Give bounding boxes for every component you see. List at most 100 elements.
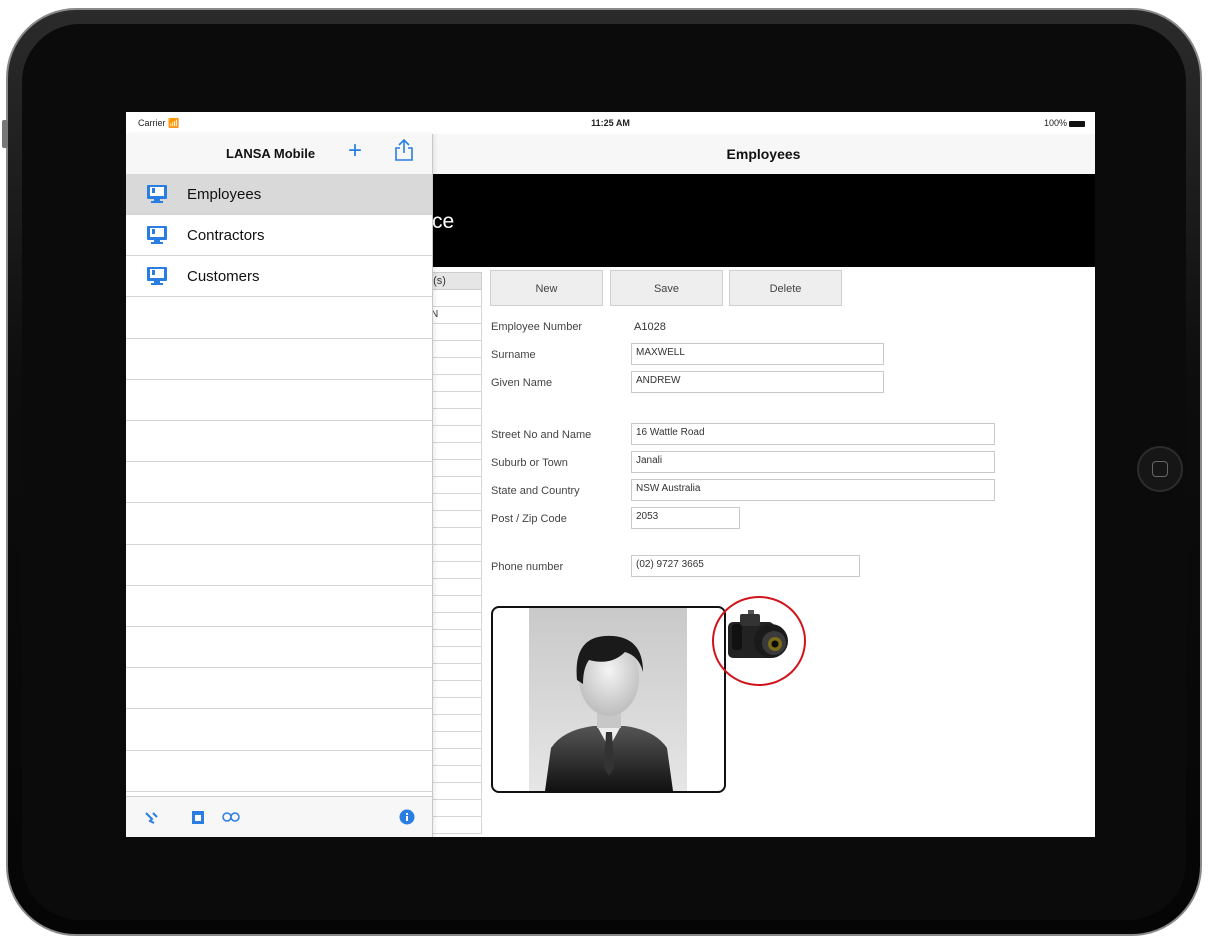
- list-item[interactable]: [126, 462, 432, 504]
- postcode-field[interactable]: 2053: [631, 507, 740, 529]
- grid-cell[interactable]: [432, 324, 482, 341]
- grid-cell[interactable]: [432, 460, 482, 477]
- grid-cell[interactable]: [432, 341, 482, 358]
- sidebar-item-label: Contractors: [187, 227, 265, 245]
- list-item[interactable]: [126, 710, 432, 751]
- grid-cell[interactable]: [432, 630, 482, 647]
- grid-cell[interactable]: [432, 613, 482, 630]
- suburb-label: Suburb or Town: [491, 457, 568, 469]
- new-button[interactable]: New: [490, 270, 603, 306]
- list-item[interactable]: [126, 627, 432, 669]
- suburb-field[interactable]: Janali: [631, 451, 995, 473]
- calendar-icon[interactable]: [191, 809, 205, 830]
- save-button[interactable]: Save: [610, 270, 723, 306]
- grid-cell[interactable]: [432, 732, 482, 749]
- list-item[interactable]: [126, 339, 432, 380]
- grid-cell[interactable]: [432, 494, 482, 511]
- info-icon[interactable]: [399, 809, 415, 830]
- desktop-icon: [146, 184, 168, 209]
- grid-cell[interactable]: [432, 749, 482, 766]
- master-title: LANSA Mobile: [226, 146, 316, 161]
- list-item[interactable]: [126, 380, 432, 421]
- detail-title: Employees: [726, 146, 801, 162]
- grid-cell[interactable]: [432, 477, 482, 494]
- grid-cell[interactable]: [432, 545, 482, 562]
- grid-cell[interactable]: [432, 511, 482, 528]
- street-field[interactable]: 16 Wattle Road: [631, 423, 995, 445]
- home-square-icon: [1152, 461, 1168, 477]
- grid-cell[interactable]: [432, 358, 482, 375]
- share-icon[interactable]: [394, 138, 414, 167]
- grid-cell[interactable]: [432, 715, 482, 732]
- master-toolbar: [126, 796, 432, 837]
- list-item[interactable]: [126, 586, 432, 627]
- grid-cell[interactable]: [432, 562, 482, 579]
- grid-cell[interactable]: [432, 800, 482, 817]
- volume-button: [2, 120, 8, 148]
- state-field[interactable]: NSW Australia: [631, 479, 995, 501]
- given-name-label: Given Name: [491, 377, 553, 389]
- list-item[interactable]: [126, 668, 432, 710]
- delete-button[interactable]: Delete: [729, 270, 842, 306]
- grid-cell[interactable]: [432, 426, 482, 443]
- grid-cell[interactable]: [432, 409, 482, 426]
- person-avatar-icon: [529, 608, 687, 791]
- wrench-icon[interactable]: [144, 809, 160, 830]
- status-bar: Carrier 📶 11:25 AM 100%: [126, 112, 1095, 134]
- given-name-field[interactable]: ANDREW: [631, 371, 884, 393]
- status-time: 11:25 AM: [591, 118, 630, 128]
- grid-cell[interactable]: [432, 698, 482, 715]
- postcode-label: Post / Zip Code: [491, 513, 567, 525]
- grid-cell[interactable]: [432, 817, 482, 834]
- street-label: Street No and Name: [491, 429, 592, 441]
- camera-button[interactable]: [726, 608, 792, 671]
- sidebar-item-label: Employees: [187, 186, 262, 203]
- employee-number-value: A1028: [634, 321, 666, 333]
- list-item[interactable]: [126, 298, 432, 339]
- phone-field[interactable]: (02) 9727 3665: [631, 555, 860, 577]
- battery-icon: [1069, 120, 1085, 127]
- desktop-icon: [146, 225, 168, 250]
- sidebar-item-customers[interactable]: Customers: [126, 256, 432, 298]
- grid-cell[interactable]: [432, 528, 482, 545]
- sidebar-item-contractors[interactable]: Contractors: [126, 215, 432, 257]
- grid-cell[interactable]: [432, 443, 482, 460]
- grid-cell[interactable]: [432, 375, 482, 392]
- ipad-screen: Carrier 📶 11:25 AM 100% Employees ce n(s…: [126, 112, 1095, 837]
- grid-cell[interactable]: [432, 579, 482, 596]
- add-icon[interactable]: +: [348, 139, 362, 163]
- desktop-icon: [146, 266, 168, 291]
- banner: ce: [432, 174, 1095, 267]
- camera-icon: [728, 610, 788, 658]
- employee-number-label: Employee Number: [491, 321, 583, 333]
- sidebar-item-label: Customers: [187, 268, 260, 286]
- battery-indicator: 100%: [1044, 118, 1085, 128]
- grid-cell[interactable]: [432, 647, 482, 664]
- grid-cell[interactable]: [432, 681, 482, 698]
- list-item[interactable]: [126, 751, 432, 792]
- master-nav-bar: LANSA Mobile +: [126, 134, 432, 174]
- grid-header: n(s): [427, 272, 482, 290]
- surname-label: Surname: [491, 349, 536, 361]
- grid-cell[interactable]: [432, 783, 482, 800]
- home-button[interactable]: [1137, 446, 1183, 492]
- banner-text: ce: [432, 210, 455, 233]
- employee-photo[interactable]: [491, 606, 726, 793]
- grid-cell[interactable]: [432, 392, 482, 409]
- master-panel: LANSA Mobile + Employees Contractors Custo…: [126, 134, 433, 837]
- list-item[interactable]: [126, 545, 432, 586]
- sidebar-item-employees[interactable]: Employees: [126, 174, 432, 215]
- surname-field[interactable]: MAXWELL: [631, 343, 884, 365]
- grid-cell[interactable]: N: [431, 307, 482, 324]
- link-icon[interactable]: [222, 809, 240, 830]
- list-item[interactable]: [126, 504, 432, 545]
- state-label: State and Country: [491, 485, 580, 497]
- detail-nav-bar: Employees: [432, 134, 1095, 174]
- employee-grid[interactable]: n(s) N: [427, 272, 482, 834]
- list-item[interactable]: [126, 421, 432, 463]
- grid-cell[interactable]: [432, 664, 482, 681]
- phone-label: Phone number: [491, 561, 564, 573]
- grid-cell[interactable]: [432, 290, 482, 307]
- grid-cell[interactable]: [432, 596, 482, 613]
- grid-cell[interactable]: [432, 766, 482, 783]
